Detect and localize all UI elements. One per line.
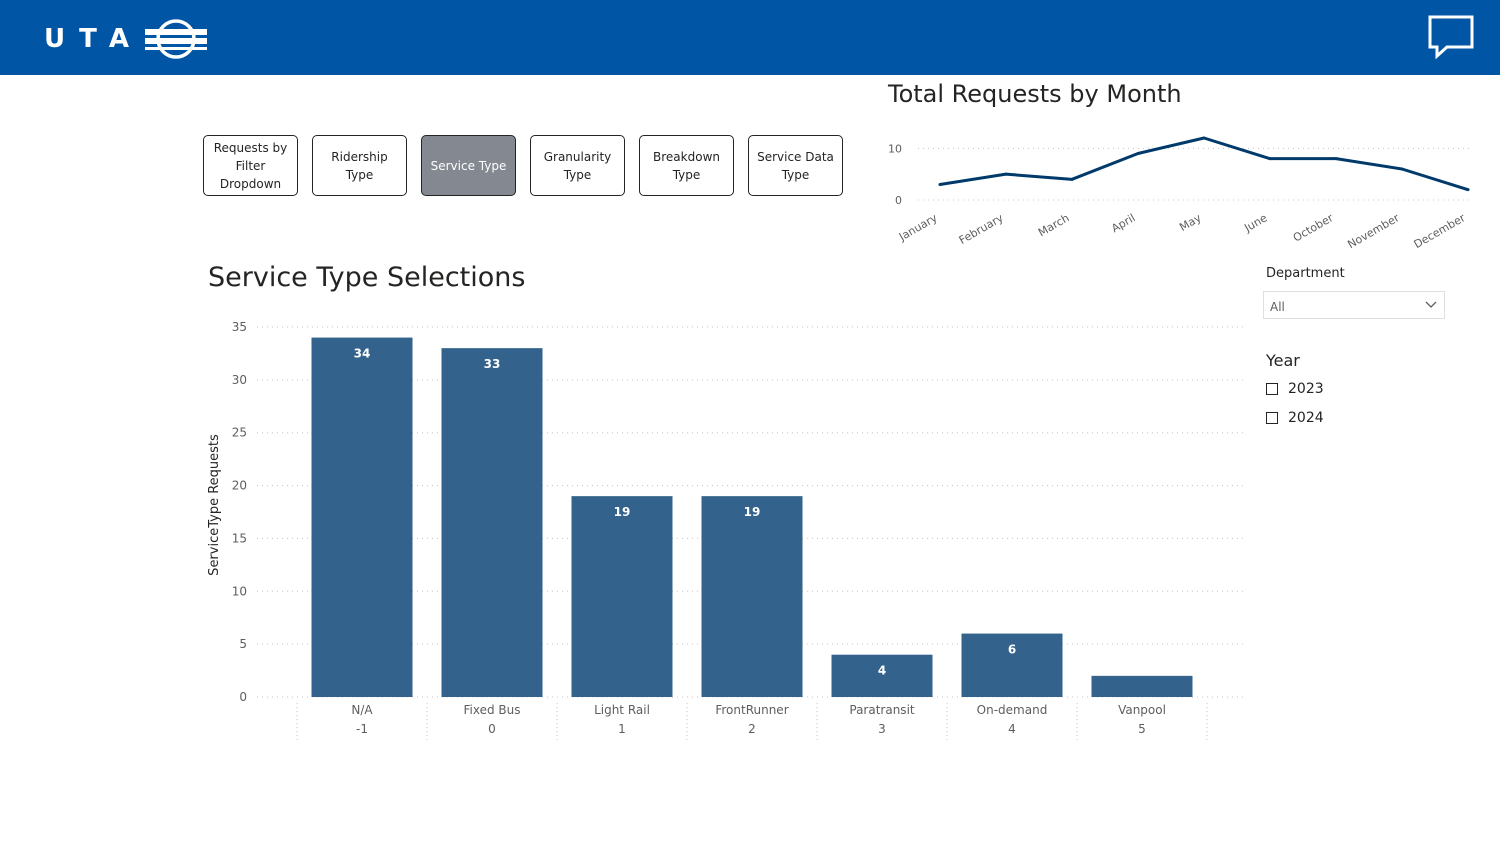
x-tick-label: Vanpool bbox=[1118, 703, 1166, 717]
bar bbox=[1091, 675, 1193, 697]
bar bbox=[571, 496, 673, 697]
x-tick-label: May bbox=[1177, 211, 1204, 234]
uta-logo: UTA bbox=[44, 17, 207, 61]
x-tick-code: 4 bbox=[1008, 722, 1016, 736]
y-tick-label: 0 bbox=[239, 690, 247, 704]
line-point bbox=[1004, 172, 1008, 176]
x-tick-label: On-demand bbox=[977, 703, 1048, 717]
nav-button-label: Ridership Type bbox=[331, 149, 388, 182]
nav-button-service-type[interactable]: Service Type bbox=[421, 135, 516, 196]
x-tick-label: October bbox=[1291, 211, 1336, 245]
line-point bbox=[1202, 136, 1206, 140]
nav-button-label: Breakdown Type bbox=[653, 149, 720, 182]
checkbox[interactable] bbox=[1266, 383, 1278, 395]
department-label: Department bbox=[1266, 266, 1345, 281]
x-tick-label: January bbox=[896, 211, 940, 244]
x-tick-label: June bbox=[1241, 211, 1269, 235]
bar bbox=[701, 496, 803, 697]
year-label: Year bbox=[1266, 351, 1300, 370]
x-tick-code: -1 bbox=[356, 722, 368, 736]
year-option-label: 2024 bbox=[1288, 410, 1324, 426]
x-tick-label: February bbox=[957, 211, 1006, 247]
y-tick-label: 10 bbox=[888, 142, 902, 155]
nav-button-ridership-type[interactable]: Ridership Type bbox=[312, 135, 407, 196]
nav-button-label: Requests by Filter Dropdown bbox=[213, 140, 288, 191]
bar bbox=[311, 337, 413, 697]
line-point bbox=[1268, 157, 1272, 161]
y-tick-label: 35 bbox=[232, 320, 247, 334]
uta-logo-mark-icon bbox=[144, 19, 207, 59]
y-tick-label: 5 bbox=[239, 637, 247, 651]
y-tick-label: 0 bbox=[895, 194, 902, 207]
line-point bbox=[1136, 152, 1140, 155]
data-label: 4 bbox=[878, 664, 886, 678]
nav-button-requests-by-filter[interactable]: Requests by Filter Dropdown bbox=[203, 135, 298, 196]
y-tick-label: 10 bbox=[232, 584, 247, 598]
year-option-2024[interactable]: 2024 bbox=[1266, 410, 1324, 426]
x-tick-label: FrontRunner bbox=[715, 703, 788, 717]
line-series bbox=[939, 136, 1469, 192]
chat-bubble-icon[interactable] bbox=[1427, 14, 1475, 60]
x-tick-label: March bbox=[1036, 211, 1072, 239]
department-value: All bbox=[1270, 300, 1285, 314]
nav-button-service-data-type[interactable]: Service Data Type bbox=[748, 135, 843, 196]
data-label: 34 bbox=[354, 347, 371, 361]
chevron-down-icon bbox=[1425, 301, 1437, 308]
x-tick-label: Paratransit bbox=[849, 703, 915, 717]
x-tick-label: November bbox=[1345, 211, 1401, 248]
x-tick-label: Fixed Bus bbox=[464, 703, 521, 717]
x-tick-label: Light Rail bbox=[594, 703, 650, 717]
x-tick-code: 2 bbox=[748, 722, 756, 736]
header-bar: UTA bbox=[0, 0, 1500, 75]
nav-button-label: Service Data Type bbox=[757, 149, 834, 182]
x-tick-label: April bbox=[1109, 211, 1137, 235]
y-tick-label: 25 bbox=[232, 426, 247, 440]
data-label: 19 bbox=[614, 505, 631, 519]
checkbox[interactable] bbox=[1266, 412, 1278, 424]
data-label: 33 bbox=[484, 357, 501, 371]
bar-chart-title: Service Type Selections bbox=[208, 262, 526, 293]
data-label: 19 bbox=[744, 505, 761, 519]
line-point bbox=[1070, 177, 1074, 181]
year-option-2023[interactable]: 2023 bbox=[1266, 381, 1324, 397]
logo-text: UTA bbox=[44, 24, 143, 54]
nav-button-granularity-type[interactable]: Granularity Type bbox=[530, 135, 625, 196]
line-chart: 0 10 January February March April May June Octob… bbox=[888, 136, 1470, 248]
line-point bbox=[1400, 167, 1404, 171]
bar-chart: 05101520253035ServiceType Requests34N/A-… bbox=[207, 320, 1245, 743]
y-tick-label: 15 bbox=[232, 531, 247, 545]
x-tick-code: 5 bbox=[1138, 722, 1146, 736]
nav-button-breakdown-type[interactable]: Breakdown Type bbox=[639, 135, 734, 196]
y-tick-label: 20 bbox=[232, 479, 247, 493]
department-dropdown[interactable]: All bbox=[1263, 291, 1445, 319]
x-tick-code: 1 bbox=[618, 722, 626, 736]
x-tick-label: N/A bbox=[351, 703, 373, 717]
line-point bbox=[938, 183, 942, 186]
x-tick-code: 3 bbox=[878, 722, 886, 736]
nav-button-label: Granularity Type bbox=[543, 149, 612, 182]
y-axis-title: ServiceType Requests bbox=[207, 434, 222, 576]
line-chart-title: Total Requests by Month bbox=[888, 80, 1182, 108]
year-option-label: 2023 bbox=[1288, 381, 1324, 397]
data-label: 6 bbox=[1008, 643, 1016, 657]
nav-button-label: Service Type bbox=[430, 158, 507, 173]
line-point bbox=[1466, 188, 1470, 192]
bar bbox=[441, 348, 543, 697]
line-point bbox=[1334, 157, 1338, 161]
x-tick-label: December bbox=[1412, 211, 1468, 248]
x-tick-code: 0 bbox=[488, 722, 496, 736]
y-tick-label: 30 bbox=[232, 373, 247, 387]
